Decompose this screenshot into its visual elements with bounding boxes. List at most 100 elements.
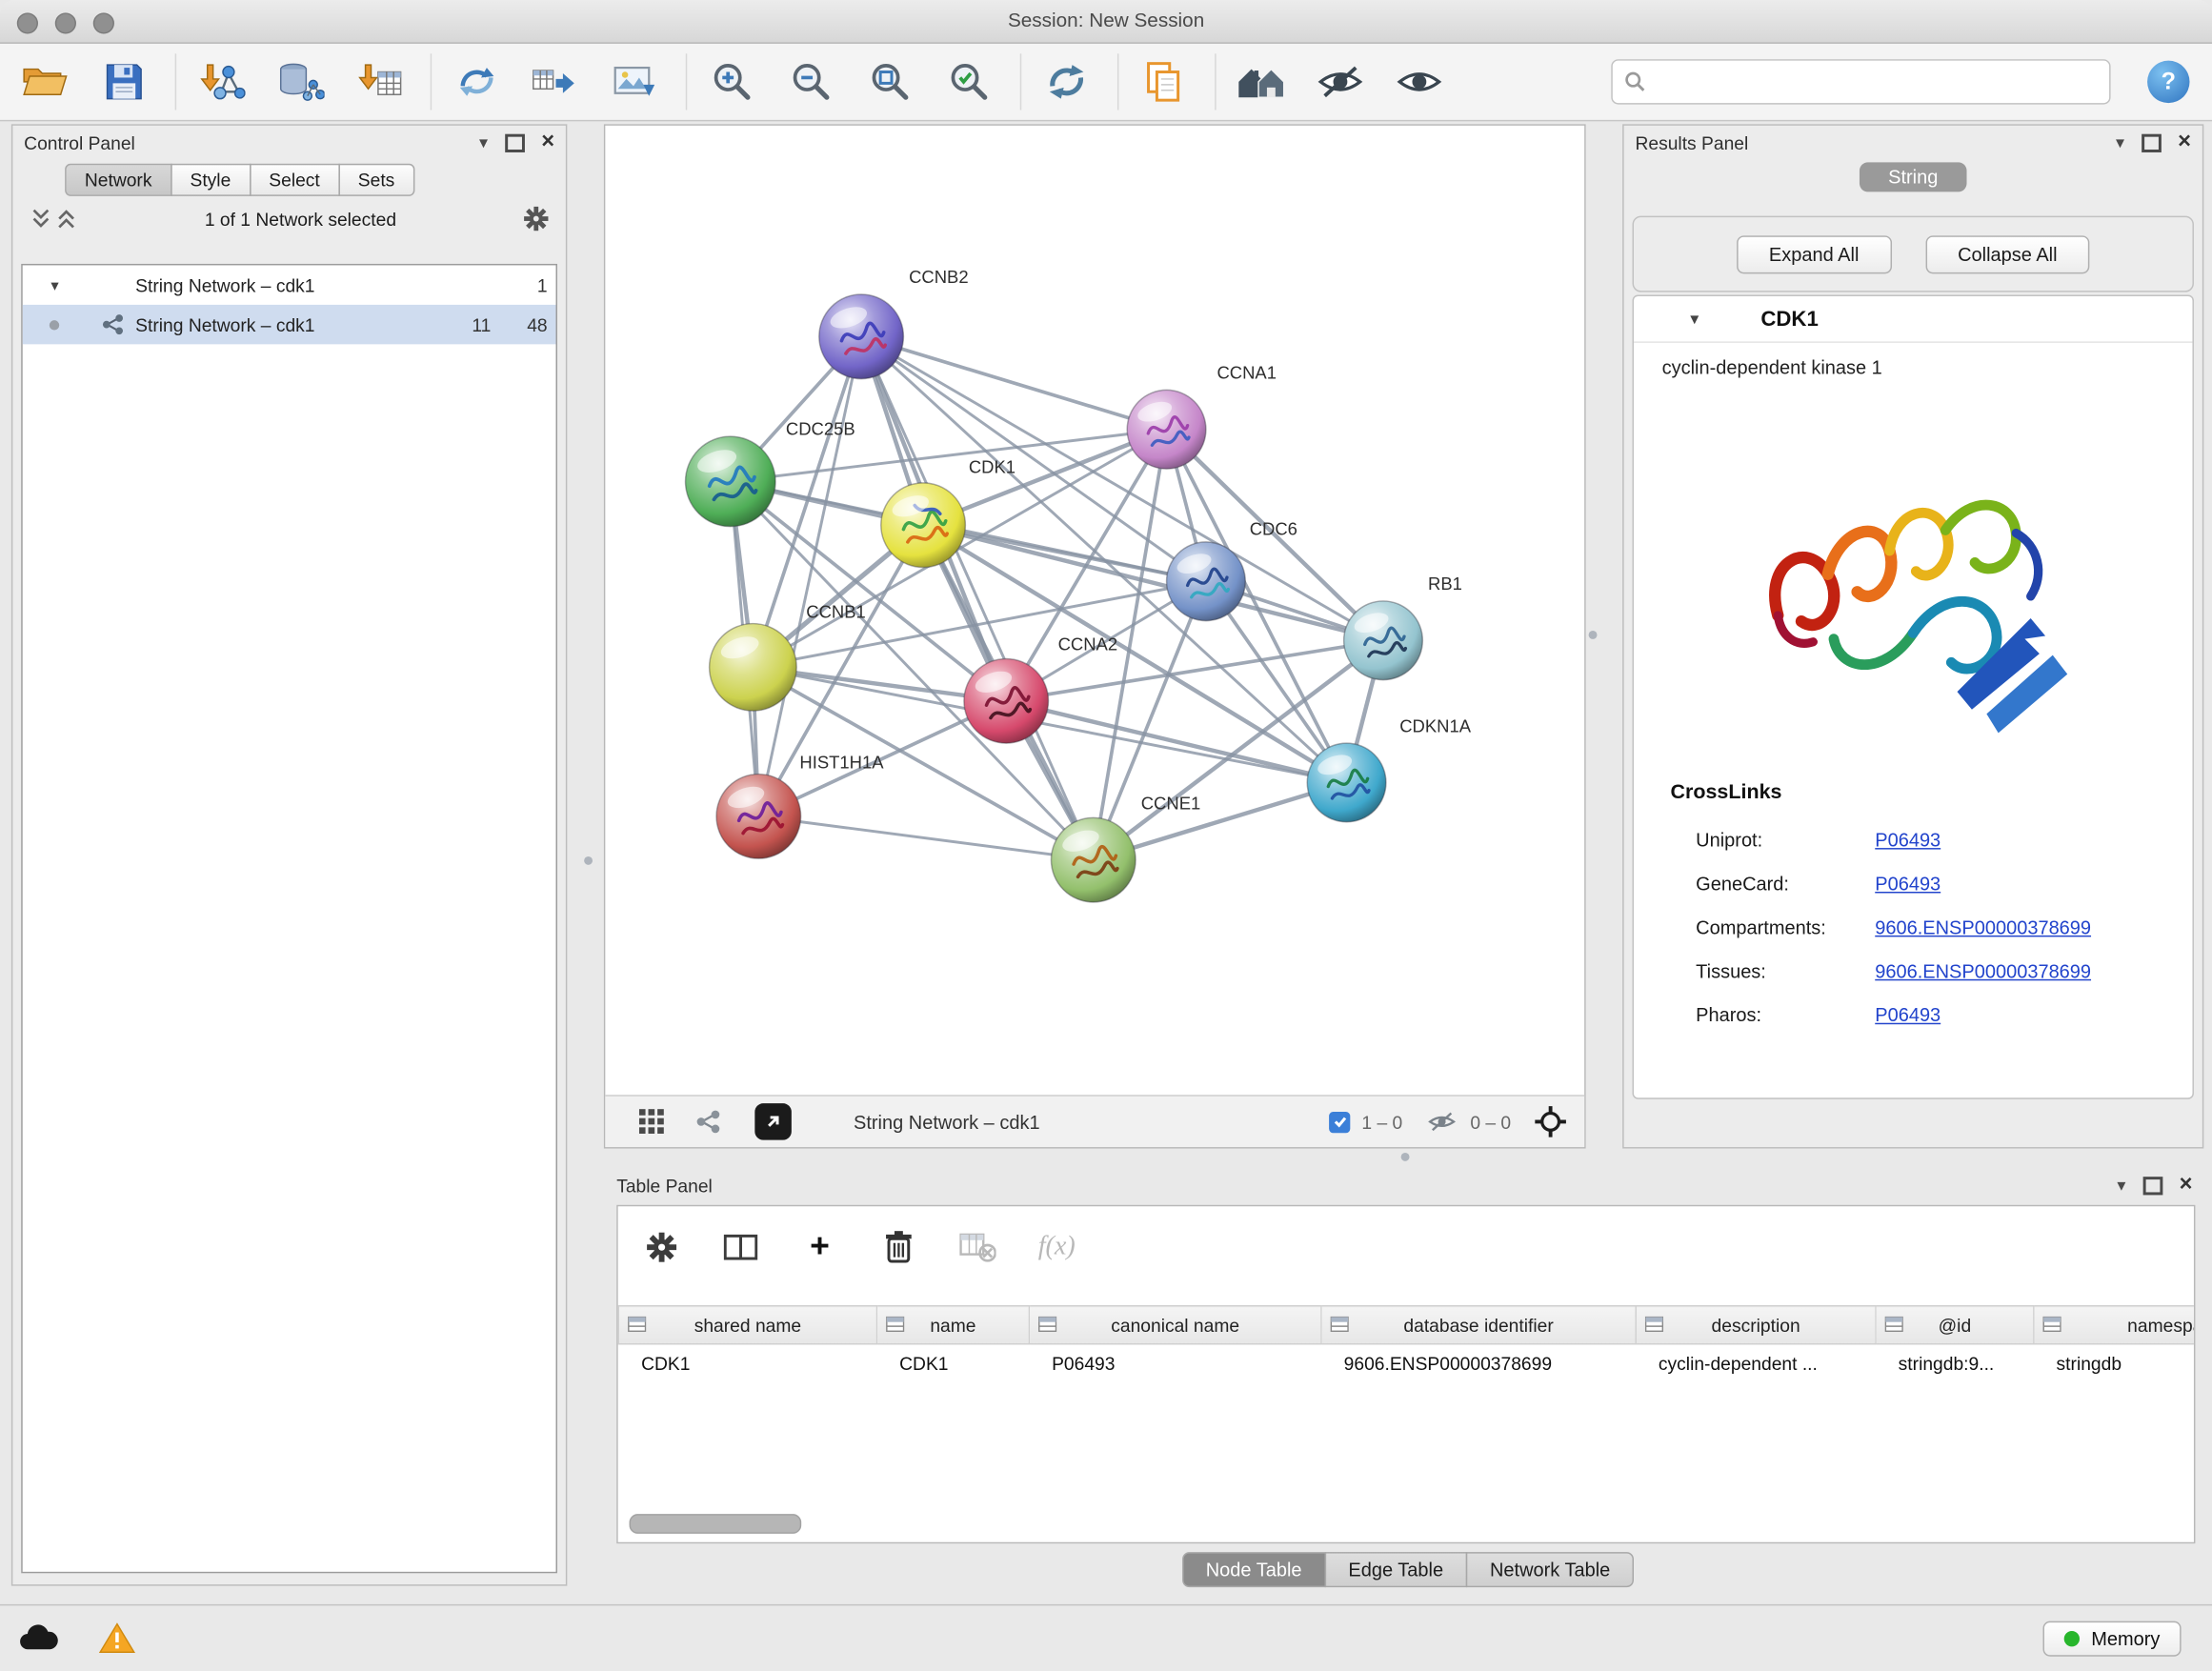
minimize-panel-icon[interactable]: ▾ [479, 134, 488, 151]
delete-column-button[interactable] [880, 1229, 917, 1266]
network-node-CCNE1[interactable]: CCNE1 [1051, 793, 1200, 901]
collapse-all-button[interactable]: Collapse All [1925, 235, 2090, 273]
search-box[interactable] [1611, 59, 2110, 104]
column-header-name[interactable]: name [876, 1306, 1029, 1344]
hide-selected-button[interactable] [1309, 50, 1371, 114]
import-network-database-button[interactable] [270, 50, 332, 114]
cell-namespace[interactable]: stringdb [2034, 1344, 2194, 1381]
network-node-CCNA1[interactable]: CCNA1 [1127, 363, 1277, 470]
function-builder-button-disabled[interactable]: f(x) [1038, 1229, 1076, 1266]
network-node-CDKN1A[interactable]: CDKN1A [1307, 715, 1471, 822]
network-edge[interactable] [758, 816, 1093, 860]
cell-id[interactable]: stringdb:9... [1876, 1344, 2034, 1381]
column-header-description[interactable]: description [1636, 1306, 1876, 1344]
cloud-status-button[interactable] [17, 1622, 62, 1654]
crosslink-link[interactable]: 9606.ENSP00000378699 [1875, 961, 2091, 982]
apply-layout-button[interactable] [1036, 50, 1097, 114]
crosslink-link[interactable]: P06493 [1875, 1004, 1941, 1025]
cell-name[interactable]: CDK1 [876, 1344, 1029, 1381]
table-row[interactable]: CDK1 CDK1 P06493 9606.ENSP00000378699 cy… [618, 1344, 2194, 1381]
column-header-database-identifier[interactable]: database identifier [1321, 1306, 1636, 1344]
tab-edge-table[interactable]: Edge Table [1324, 1552, 1467, 1587]
tab-select[interactable]: Select [250, 164, 340, 196]
birdseye-view-button[interactable] [754, 1103, 792, 1140]
tab-node-table[interactable]: Node Table [1182, 1552, 1326, 1587]
network-node-RB1[interactable]: RB1 [1344, 574, 1462, 680]
search-input[interactable] [1655, 70, 2098, 93]
network-collection-row[interactable]: ▾ String Network – cdk1 1 [23, 265, 556, 304]
float-panel-icon[interactable] [2142, 133, 2162, 151]
cell-description[interactable]: cyclin-dependent ... [1636, 1344, 1876, 1381]
selected-nodes-checkbox[interactable] [1329, 1111, 1350, 1132]
network-node-CDK1[interactable]: CDK1 [881, 457, 1016, 568]
network-edge[interactable] [758, 336, 861, 816]
pan-tool-icon[interactable] [1534, 1105, 1568, 1139]
add-column-button[interactable]: + [801, 1229, 838, 1266]
cell-database-identifier[interactable]: 9606.ENSP00000378699 [1321, 1344, 1636, 1381]
splitter-handle[interactable] [1589, 631, 1598, 639]
zoom-in-button[interactable] [701, 50, 763, 114]
import-network-file-button[interactable] [191, 50, 252, 114]
help-button[interactable]: ? [2147, 61, 2189, 103]
tab-style[interactable]: Style [171, 164, 251, 196]
network-options-gear-icon[interactable] [523, 206, 549, 232]
network-edge[interactable] [861, 336, 1166, 429]
tab-network-table[interactable]: Network Table [1466, 1552, 1635, 1587]
zoom-out-button[interactable] [780, 50, 842, 114]
expand-collapse-all-icon[interactable] [30, 209, 77, 229]
tab-sets[interactable]: Sets [338, 164, 414, 196]
save-icon [103, 61, 145, 103]
float-panel-icon[interactable] [505, 133, 525, 151]
close-panel-icon[interactable]: × [2178, 131, 2191, 154]
splitter-handle[interactable] [1401, 1153, 1410, 1161]
cell-canonical-name[interactable]: P06493 [1029, 1344, 1321, 1381]
expand-all-button[interactable]: Expand All [1737, 235, 1892, 273]
zoom-fit-button[interactable] [859, 50, 921, 114]
open-session-button[interactable] [14, 50, 76, 114]
show-columns-button[interactable] [722, 1229, 759, 1266]
column-header-shared-name[interactable]: shared name [618, 1306, 876, 1344]
network-from-table-button[interactable] [525, 50, 587, 114]
tab-network[interactable]: Network [65, 164, 171, 196]
save-session-button[interactable] [93, 50, 155, 114]
delete-table-button-disabled[interactable] [959, 1229, 996, 1266]
export-image-button[interactable] [604, 50, 666, 114]
network-edge[interactable] [861, 336, 1094, 859]
new-network-button[interactable] [446, 50, 508, 114]
network-edge[interactable] [1006, 701, 1346, 783]
tab-string[interactable]: String [1860, 162, 1965, 191]
crosslink-link[interactable]: P06493 [1875, 874, 1941, 895]
crosslink-link[interactable]: 9606.ENSP00000378699 [1875, 917, 2091, 938]
copy-button[interactable] [1133, 50, 1195, 114]
warnings-button[interactable] [99, 1622, 136, 1654]
splitter-handle[interactable] [584, 856, 593, 865]
zoom-selected-button[interactable] [938, 50, 1000, 114]
column-type-icon [1885, 1317, 1903, 1332]
tree-expander-icon[interactable]: ▾ [50, 276, 68, 294]
network-overview-icon[interactable] [695, 1109, 721, 1135]
first-neighbors-button[interactable] [1230, 50, 1292, 114]
network-node-HIST1H1A[interactable]: HIST1H1A [716, 753, 884, 859]
column-header-canonical-name[interactable]: canonical name [1029, 1306, 1321, 1344]
network-row[interactable]: String Network – cdk1 11 48 [23, 305, 556, 344]
cell-shared-name[interactable]: CDK1 [618, 1344, 876, 1381]
column-header-id[interactable]: @id [1876, 1306, 2034, 1344]
minimize-panel-icon[interactable]: ▾ [2116, 134, 2124, 151]
table-settings-button[interactable] [643, 1229, 680, 1266]
import-table-button[interactable] [349, 50, 411, 114]
fx-icon: f(x) [1038, 1232, 1076, 1263]
close-panel-icon[interactable]: × [541, 131, 554, 154]
memory-button[interactable]: Memory [2043, 1621, 2182, 1656]
grid-view-icon[interactable] [639, 1109, 665, 1135]
show-all-button[interactable] [1388, 50, 1450, 114]
horizontal-scrollbar-thumb[interactable] [630, 1514, 802, 1534]
network-canvas[interactable]: CCNB2CCNA1CDC25BCDK1CDC6RB1CCNB1CCNA2CDK… [605, 126, 1581, 1094]
network-node-CCNB1[interactable]: CCNB1 [710, 602, 866, 711]
column-header-namespace[interactable]: namespace [2034, 1306, 2194, 1344]
float-panel-icon[interactable] [2142, 1176, 2162, 1194]
close-panel-icon[interactable]: × [2180, 1174, 2193, 1197]
gene-header[interactable]: ▾ CDK1 [1634, 296, 2192, 343]
crosslink-link[interactable]: P06493 [1875, 830, 1941, 851]
minimize-panel-icon[interactable]: ▾ [2117, 1177, 2125, 1194]
collapse-section-icon[interactable]: ▾ [1690, 309, 1699, 329]
